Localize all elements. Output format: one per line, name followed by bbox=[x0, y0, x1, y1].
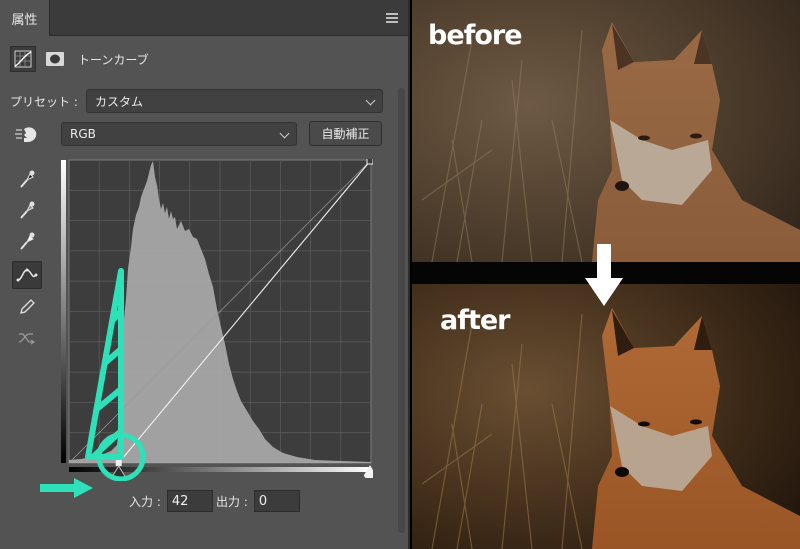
white-eyedropper-icon[interactable] bbox=[12, 227, 42, 255]
properties-panel: 属性 トーンカーブ プリセット : カスタム RGB 自動補正 入力: 42 … bbox=[0, 0, 410, 549]
before-caption: before bbox=[428, 20, 523, 51]
channel-select[interactable]: RGB bbox=[61, 122, 297, 146]
panel-scrollbar[interactable] bbox=[398, 88, 405, 533]
curves-graph[interactable] bbox=[61, 157, 376, 482]
after-caption: after bbox=[440, 305, 511, 336]
tab-properties[interactable]: 属性 bbox=[0, 0, 50, 36]
smooth-icon[interactable] bbox=[12, 324, 42, 352]
layer-mask-icon[interactable] bbox=[42, 46, 68, 72]
down-arrow-icon bbox=[585, 244, 623, 306]
output-field-row: 出力 : 0 bbox=[216, 490, 300, 512]
channel-select-value: RGB bbox=[70, 127, 96, 141]
panel-tabbar: 属性 bbox=[0, 0, 408, 36]
on-image-adjust-icon[interactable] bbox=[14, 124, 40, 146]
pencil-icon[interactable] bbox=[12, 293, 42, 321]
curves-adjustment-icon bbox=[10, 46, 36, 72]
output-value-field[interactable]: 0 bbox=[253, 490, 300, 512]
input-label: 入力 : bbox=[129, 494, 161, 509]
curve-point-icon[interactable] bbox=[12, 261, 42, 289]
preset-label: プリセット : bbox=[10, 95, 78, 109]
chevron-down-icon bbox=[279, 128, 290, 139]
input-gradient-bar bbox=[69, 467, 371, 472]
annotation-arrow bbox=[40, 478, 93, 498]
output-label: 出力 : bbox=[216, 494, 248, 509]
input-field-row: 入力 : 42 bbox=[129, 490, 213, 512]
black-eyedropper-icon[interactable] bbox=[12, 165, 42, 193]
panel-menu-icon[interactable] bbox=[386, 13, 398, 23]
input-value-field[interactable]: 42 bbox=[166, 490, 213, 512]
output-gradient-bar bbox=[61, 160, 66, 463]
chevron-down-icon bbox=[365, 95, 376, 106]
gray-eyedropper-icon[interactable] bbox=[12, 196, 42, 224]
preset-select[interactable]: カスタム bbox=[86, 89, 383, 113]
curve-point-white bbox=[366, 157, 374, 165]
adjustment-title: トーンカーブ bbox=[78, 52, 149, 67]
adjustment-header: トーンカーブ bbox=[10, 44, 149, 74]
preset-select-value: カスタム bbox=[95, 94, 144, 109]
auto-button[interactable]: 自動補正 bbox=[309, 121, 382, 146]
